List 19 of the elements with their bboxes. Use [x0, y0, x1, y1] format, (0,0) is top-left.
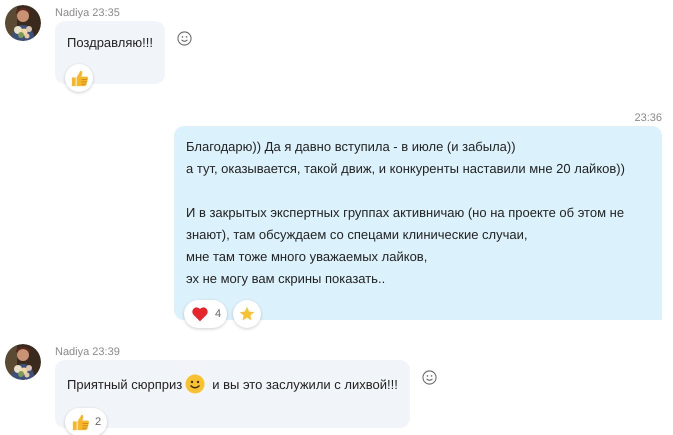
smiley-icon[interactable] [422, 370, 437, 385]
reaction-count: 4 [215, 308, 222, 320]
star-icon [239, 306, 256, 322]
heart-icon [190, 305, 210, 323]
message-time: 23:36 [634, 111, 662, 126]
thumbs-up-icon [70, 68, 88, 88]
message-text: Поздравляю!!! [67, 35, 153, 50]
message-text: И в закрытых экспертных группах активничаю (но на проекте об этом не знают), там обсуждаем со спецами клинические случаи, мне там тоже много уважаемых лайков, эх не могу вам скрины показать.. [186, 204, 626, 288]
thumbs-up-icon [71, 412, 90, 432]
reaction-count: 2 [95, 416, 102, 428]
smiley-icon[interactable] [176, 31, 192, 46]
sender-time: Nadiya 23:35 [55, 6, 121, 21]
message-text: Приятный сюрприз [67, 376, 182, 392]
message-text: и вы это заслужили с лихвой!!! [212, 376, 398, 392]
reaction-chip[interactable]: 2 [65, 408, 108, 435]
reaction-chip[interactable]: 4 [184, 300, 228, 328]
sender-time: Nadiya 23:39 [55, 345, 121, 360]
smiley-icon [185, 374, 206, 394]
message-text: Благодарю)) Да я давно вступила - в июле (и забыла)) а тут, оказывается, такой движ, и конкуренты наставили мне 20 лайков)) [186, 138, 626, 178]
